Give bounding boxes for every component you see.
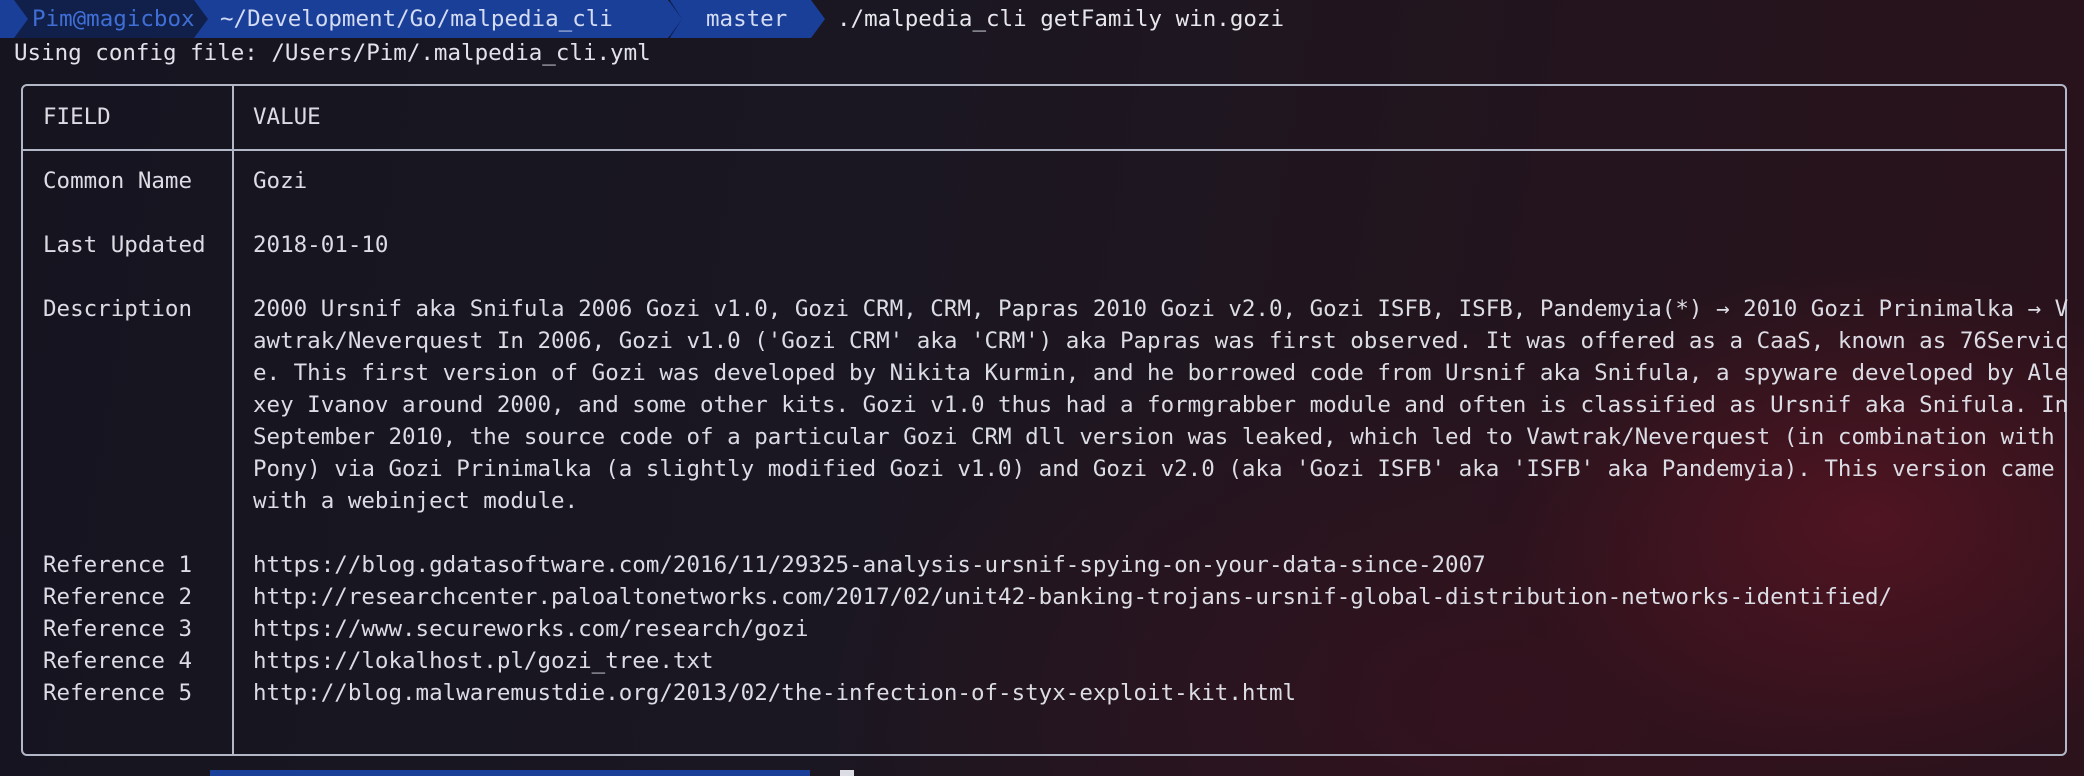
last-updated-label: Last Updated — [43, 232, 206, 258]
reference-label: Reference 5 — [43, 680, 193, 706]
common-name-value[interactable]: Gozi — [253, 165, 307, 197]
reference-url[interactable]: https://blog.gdatasoftware.com/2016/11/2… — [253, 549, 1486, 581]
description-label: Description — [43, 296, 193, 322]
reference-url[interactable]: https://www.secureworks.com/research/goz… — [253, 613, 808, 645]
family-info-table: FIELD VALUE Common Name Gozi Last Update… — [21, 84, 2069, 756]
prompt-current-path: ~/Development/Go/malpedia_cli — [194, 0, 682, 38]
header-value: VALUE — [253, 104, 321, 130]
prompt-user-host: Pim@magicbox — [14, 0, 208, 38]
last-updated-value[interactable]: 2018-01-10 — [253, 229, 388, 261]
description-value[interactable]: 2000 Ursnif aka Snifula 2006 Gozi v1.0, … — [253, 293, 2069, 517]
shell-prompt: Pim@magicbox ~/Development/Go/malpedia_c… — [0, 0, 1284, 38]
reference-label: Reference 2 — [43, 584, 193, 610]
prompt-segment-lead — [0, 0, 28, 38]
prompt-git-branch: master — [670, 0, 825, 38]
reference-label: Reference 1 — [43, 552, 193, 578]
header-field: FIELD — [43, 104, 111, 130]
next-prompt-segment — [210, 770, 810, 776]
typed-command[interactable]: ./malpedia_cli getFamily win.gozi — [837, 6, 1284, 32]
column-divider — [232, 86, 234, 754]
config-file-message: Using config file: /Users/Pim/.malpedia_… — [14, 40, 651, 66]
reference-url[interactable]: https://lokalhost.pl/gozi_tree.txt — [253, 645, 714, 677]
reference-label: Reference 4 — [43, 648, 193, 674]
terminal-cursor[interactable] — [840, 770, 854, 776]
common-name-label: Common Name — [43, 168, 193, 194]
header-divider — [23, 149, 2065, 151]
git-branch-label: master — [706, 6, 788, 32]
reference-label: Reference 3 — [43, 616, 193, 642]
reference-url[interactable]: http://blog.malwaremustdie.org/2013/02/t… — [253, 677, 1296, 709]
reference-url[interactable]: http://researchcenter.paloaltonetworks.c… — [253, 581, 1892, 613]
